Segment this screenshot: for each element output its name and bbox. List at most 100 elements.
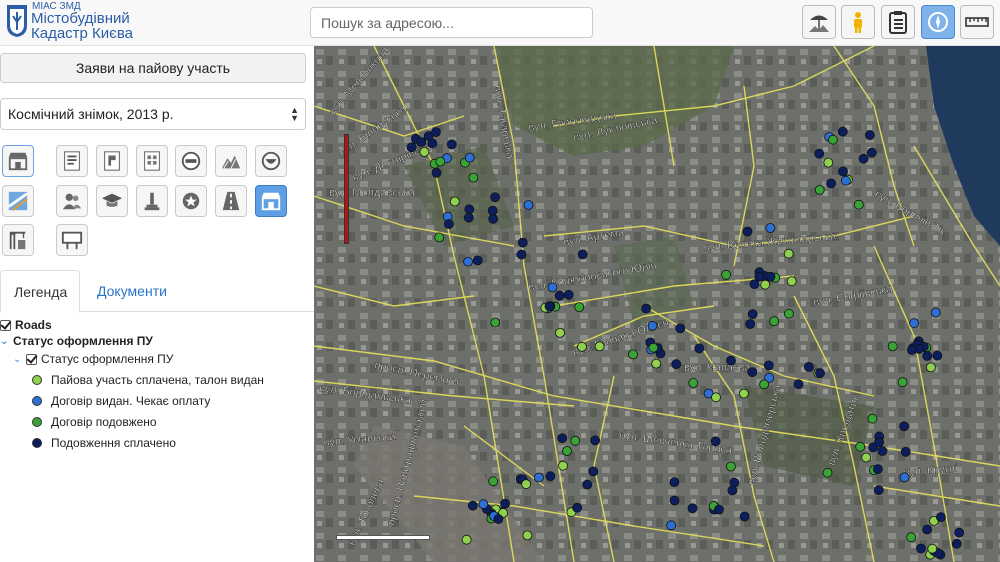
status-marker[interactable]	[468, 172, 479, 183]
status-marker[interactable]	[431, 127, 441, 137]
status-marker[interactable]	[922, 524, 932, 535]
status-marker[interactable]	[434, 232, 445, 243]
status-marker[interactable]	[739, 511, 750, 522]
status-marker[interactable]	[641, 303, 652, 314]
status-marker[interactable]	[922, 350, 933, 361]
status-marker[interactable]	[765, 223, 776, 233]
satellite-map[interactable]: вул. Мельниковавул. Білоруськавул. Дегтя…	[314, 46, 1000, 562]
status-marker[interactable]	[814, 184, 825, 195]
status-marker[interactable]	[711, 392, 721, 403]
status-marker[interactable]	[916, 543, 926, 554]
map-canvas[interactable]: вул. Мельникова вул. Білоруська вул. Дегтя…	[314, 46, 1000, 562]
status-marker[interactable]	[669, 477, 680, 488]
status-marker[interactable]	[909, 318, 919, 329]
status-marker[interactable]	[867, 413, 878, 424]
status-marker[interactable]	[932, 350, 943, 361]
status-marker[interactable]	[899, 421, 909, 432]
status-marker[interactable]	[461, 534, 472, 545]
layer-button-plans[interactable]	[56, 145, 88, 177]
status-marker[interactable]	[841, 175, 851, 186]
status-marker[interactable]	[675, 323, 686, 334]
status-marker[interactable]	[814, 148, 825, 159]
status-marker[interactable]	[666, 520, 677, 531]
status-marker[interactable]	[472, 255, 483, 266]
status-marker[interactable]	[828, 134, 838, 145]
status-marker[interactable]	[826, 178, 836, 189]
layer-button-share-participation[interactable]	[255, 185, 287, 217]
basemap-select[interactable]: Космічний знімок, 2013 р. ▲ ▼	[0, 98, 306, 130]
tab-documents[interactable]: Документи	[84, 270, 180, 312]
status-marker[interactable]	[747, 309, 758, 320]
status-marker[interactable]	[866, 147, 877, 158]
status-marker[interactable]	[487, 205, 498, 216]
status-marker[interactable]	[562, 446, 572, 456]
layer-button-construction[interactable]	[2, 224, 34, 256]
status-marker[interactable]	[463, 212, 474, 223]
status-marker[interactable]	[710, 436, 721, 447]
layer-button-roads[interactable]	[215, 185, 247, 217]
layer-button-education[interactable]	[96, 185, 128, 217]
status-marker[interactable]	[742, 226, 753, 237]
status-marker[interactable]	[628, 349, 638, 360]
status-marker[interactable]	[590, 435, 601, 446]
landscape-tool-button[interactable]	[802, 5, 836, 39]
status-marker[interactable]	[760, 279, 771, 290]
status-marker[interactable]	[951, 538, 962, 549]
layer-button-grid[interactable]	[136, 145, 168, 177]
status-marker[interactable]	[936, 512, 946, 523]
status-marker[interactable]	[926, 362, 936, 373]
status-marker[interactable]	[463, 256, 474, 267]
status-marker[interactable]	[927, 543, 938, 554]
status-marker[interactable]	[873, 464, 883, 475]
zoom-scale-bar[interactable]	[344, 134, 349, 244]
status-marker[interactable]	[517, 237, 528, 248]
status-marker[interactable]	[558, 460, 568, 471]
status-marker[interactable]	[446, 139, 457, 150]
status-marker[interactable]	[443, 219, 454, 229]
status-marker[interactable]	[897, 377, 908, 388]
status-marker[interactable]	[500, 498, 511, 509]
roads-checkbox[interactable]	[0, 319, 11, 331]
status-marker[interactable]	[873, 485, 884, 496]
layer-button-police[interactable]	[175, 185, 207, 217]
status-marker[interactable]	[669, 495, 680, 506]
status-marker[interactable]	[855, 441, 866, 452]
status-marker[interactable]	[747, 367, 758, 378]
status-marker[interactable]	[522, 530, 533, 541]
status-marker[interactable]	[726, 355, 736, 366]
status-marker[interactable]	[648, 342, 659, 353]
status-marker[interactable]	[419, 147, 430, 157]
app-logo[interactable]: МІАС ЗМД Містобудівний Кадастр Києва	[2, 0, 302, 46]
status-marker[interactable]	[907, 345, 917, 355]
layer-button-routes[interactable]	[2, 185, 34, 217]
status-marker[interactable]	[488, 213, 499, 224]
status-marker[interactable]	[815, 368, 825, 379]
layer-button-zoning[interactable]	[96, 145, 128, 177]
address-search-input[interactable]	[310, 7, 593, 38]
legend-subgroup-row[interactable]: ⌄ Статус оформлення ПУ	[13, 352, 173, 366]
status-marker[interactable]	[738, 388, 749, 399]
status-marker[interactable]	[577, 249, 588, 260]
status-marker[interactable]	[545, 471, 556, 482]
status-marker[interactable]	[516, 249, 527, 260]
status-marker[interactable]	[714, 504, 724, 515]
status-marker[interactable]	[467, 500, 478, 511]
status-marker[interactable]	[793, 379, 804, 390]
status-marker[interactable]	[887, 341, 898, 352]
status-marker[interactable]	[838, 166, 848, 177]
status-marker[interactable]	[651, 358, 662, 369]
status-marker[interactable]	[582, 479, 593, 490]
status-marker[interactable]	[488, 476, 499, 487]
legend-roads-row[interactable]: Roads	[0, 318, 52, 332]
status-marker[interactable]	[570, 435, 581, 446]
chevron-down-icon[interactable]: ⌄	[13, 354, 22, 365]
layer-button-advertising[interactable]	[56, 224, 88, 256]
status-marker[interactable]	[647, 320, 658, 331]
status-marker[interactable]	[906, 532, 917, 543]
status-marker[interactable]	[877, 446, 888, 456]
status-marker[interactable]	[823, 157, 834, 168]
status-marker[interactable]	[563, 289, 574, 300]
layer-button-relief[interactable]	[215, 145, 247, 177]
navigation-tool-button[interactable]	[921, 5, 955, 39]
report-tool-button[interactable]	[881, 5, 915, 39]
